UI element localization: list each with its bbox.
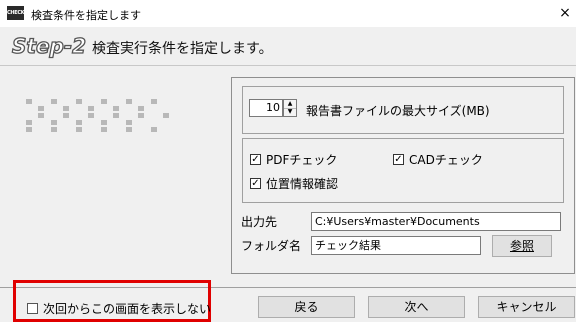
- checkbox-box[interactable]: ✓: [393, 154, 404, 165]
- decorative-dot: [126, 99, 132, 104]
- decorative-dot: [63, 106, 69, 111]
- decorative-dot: [126, 127, 132, 132]
- back-button[interactable]: 戻る: [258, 296, 355, 318]
- title-bar: CHECK 検査条件を指定します ×: [0, 0, 576, 27]
- window-title: 検査条件を指定します: [31, 9, 141, 22]
- decorative-dot: [26, 120, 32, 125]
- decorative-dot: [76, 99, 82, 104]
- checkbox-box[interactable]: [27, 303, 38, 314]
- decorative-dot: [51, 120, 57, 125]
- cancel-button[interactable]: キャンセル: [478, 296, 575, 318]
- decorative-dot: [163, 113, 169, 118]
- decorative-dot: [113, 106, 119, 111]
- folder-name-label: フォルダ名: [241, 239, 302, 253]
- check-options-group: [242, 138, 564, 203]
- dont-show-again-label: 次回からこの画面を表示しない: [43, 302, 212, 316]
- decorative-dot: [101, 99, 107, 104]
- output-destination-field[interactable]: C:¥Users¥master¥Documents: [311, 212, 561, 231]
- pdf-check-label: PDFチェック: [266, 153, 338, 167]
- decorative-dot: [63, 113, 69, 118]
- decorative-dot: [138, 113, 144, 118]
- location-check-label: 位置情報確認: [266, 177, 339, 191]
- cad-check-checkbox[interactable]: ✓ CADチェック: [393, 151, 483, 168]
- max-size-input[interactable]: 10: [249, 99, 283, 117]
- decorative-dot: [51, 99, 57, 104]
- app-icon: CHECK: [7, 6, 24, 20]
- decorative-dot: [126, 120, 132, 125]
- step-description: 検査実行条件を指定します。: [92, 41, 273, 57]
- decorative-dot: [51, 127, 57, 132]
- decorative-dot: [38, 106, 44, 111]
- decorative-dot: [76, 127, 82, 132]
- decorative-dot: [101, 127, 107, 132]
- browse-button-label: 参照: [509, 239, 534, 253]
- cad-check-label: CADチェック: [409, 153, 483, 167]
- decorative-dot: [26, 99, 32, 104]
- decorative-dot: [88, 106, 94, 111]
- checkbox-box[interactable]: ✓: [250, 154, 261, 165]
- decorative-dot: [113, 113, 119, 118]
- decorative-dot: [26, 127, 32, 132]
- step-badge: Step-2: [11, 33, 87, 58]
- decorative-dot: [88, 113, 94, 118]
- browse-button[interactable]: 参照: [492, 235, 552, 257]
- decorative-dot: [151, 99, 157, 104]
- checkbox-box[interactable]: ✓: [250, 178, 261, 189]
- next-button[interactable]: 次へ: [368, 296, 465, 318]
- spin-down-icon[interactable]: ▼: [284, 108, 296, 116]
- folder-name-field[interactable]: チェック結果: [311, 236, 481, 255]
- dont-show-again-checkbox[interactable]: 次回からこの画面を表示しない: [27, 300, 211, 317]
- output-destination-label: 出力先: [241, 215, 278, 229]
- max-size-label: 報告書ファイルの最大サイズ(MB): [306, 104, 490, 118]
- decorative-dot: [76, 120, 82, 125]
- max-size-stepper[interactable]: ▲ ▼: [283, 99, 297, 117]
- close-button[interactable]: ×: [554, 0, 576, 27]
- decorative-dot: [151, 127, 157, 132]
- decorative-dot: [38, 113, 44, 118]
- decorative-dot: [138, 106, 144, 111]
- step-header: Step-2 検査実行条件を指定します。: [0, 27, 576, 66]
- pdf-check-checkbox[interactable]: ✓ PDFチェック: [250, 151, 337, 168]
- decorative-dot: [101, 120, 107, 125]
- location-check-checkbox[interactable]: ✓ 位置情報確認: [250, 175, 338, 192]
